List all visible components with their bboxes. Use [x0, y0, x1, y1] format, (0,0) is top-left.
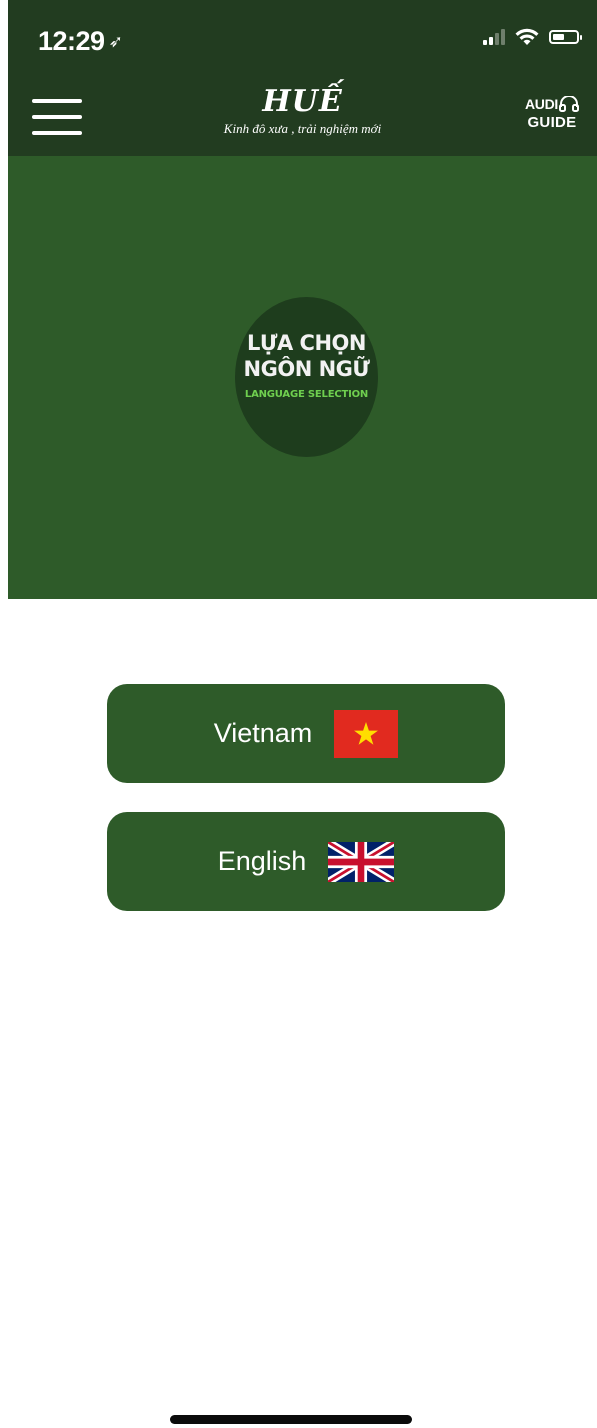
- language-selection-badge: LỰA CHỌN NGÔN NGỮ LANGUAGE SELECTION: [235, 297, 378, 457]
- top-navbar: HUẾ Kinh đô xưa , trải nghiệm mới AUDI G…: [8, 76, 597, 156]
- audio-guide-label-bottom: GUIDE: [527, 114, 577, 131]
- badge-line-2: NGÔN NGỮ: [243, 357, 370, 381]
- status-icons: [483, 28, 582, 46]
- status-time: 12:29 ➶: [38, 26, 123, 56]
- badge-line-1: LỰA CHỌN: [247, 331, 366, 355]
- status-bar: 12:29 ➶: [8, 0, 597, 76]
- language-button-english[interactable]: English: [107, 812, 505, 911]
- brand: HUẾ Kinh đô xưa , trải nghiệm mới: [8, 84, 597, 137]
- uk-flag-icon: [328, 841, 395, 882]
- audio-guide-label-top: AUDI: [524, 96, 558, 112]
- vietnam-flag-icon: [334, 709, 399, 758]
- language-button-label: English: [217, 846, 307, 876]
- cellular-signal-icon: [483, 29, 505, 45]
- language-button-vietnam[interactable]: Vietnam: [107, 684, 505, 783]
- audio-guide-button[interactable]: AUDI GUIDE: [525, 96, 579, 130]
- language-hero-banner: LỰA CHỌN NGÔN NGỮ LANGUAGE SELECTION: [8, 156, 597, 599]
- battery-icon: [549, 30, 582, 44]
- badge-line-3: LANGUAGE SELECTION: [244, 389, 369, 400]
- language-button-label: Vietnam: [213, 718, 313, 748]
- headphones-icon: [559, 96, 579, 112]
- location-arrow-icon: ➶: [108, 32, 123, 51]
- app-title: HUẾ: [262, 84, 343, 119]
- wifi-icon: [515, 28, 539, 45]
- app-subtitle: Kinh đô xưa , trải nghiệm mới: [223, 121, 382, 136]
- home-indicator[interactable]: [170, 1415, 412, 1424]
